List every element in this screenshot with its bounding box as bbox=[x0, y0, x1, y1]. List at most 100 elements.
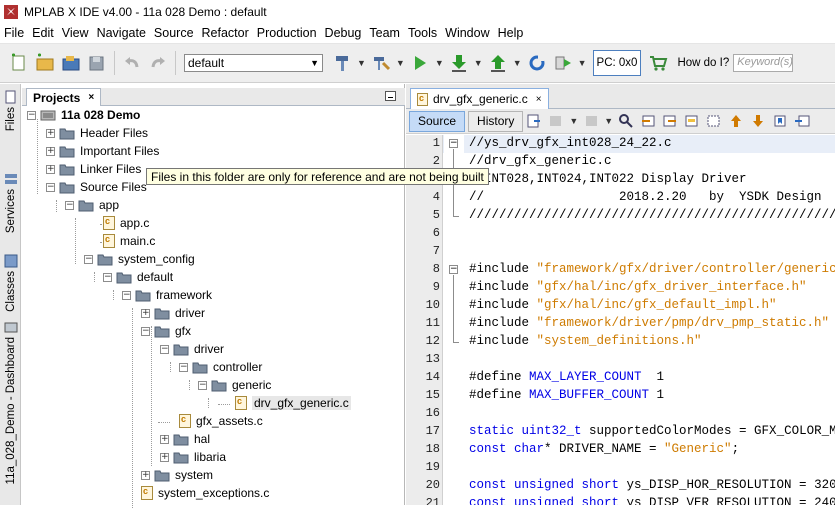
clean-dropdown-icon[interactable]: ▼ bbox=[396, 58, 405, 68]
tree-node-header-files[interactable]: + Header Files bbox=[46, 124, 148, 142]
tree-node-app[interactable]: − app bbox=[65, 196, 119, 214]
services-tab[interactable]: Services bbox=[2, 172, 19, 233]
undo-icon[interactable] bbox=[121, 52, 143, 74]
expand-icon[interactable]: + bbox=[46, 164, 55, 174]
fold-collapse-icon[interactable]: − bbox=[449, 265, 458, 274]
find-icon[interactable] bbox=[618, 113, 634, 129]
read-dropdown-icon[interactable]: ▼ bbox=[513, 58, 522, 68]
menu-refactor[interactable]: Refactor bbox=[202, 26, 249, 40]
menu-source[interactable]: Source bbox=[154, 26, 194, 40]
tree-node-libaria[interactable]: + libaria bbox=[160, 448, 226, 466]
back-dropdown-icon[interactable]: ▼ bbox=[569, 116, 578, 126]
new-project-icon[interactable] bbox=[34, 52, 56, 74]
menu-view[interactable]: View bbox=[62, 26, 89, 40]
program-dropdown-icon[interactable]: ▼ bbox=[474, 58, 483, 68]
menu-tools[interactable]: Tools bbox=[408, 26, 437, 40]
find-previous-icon[interactable] bbox=[640, 113, 656, 129]
menu-help[interactable]: Help bbox=[498, 26, 524, 40]
expand-icon[interactable]: + bbox=[141, 308, 150, 318]
tree-node-source-files[interactable]: − Source Files bbox=[46, 178, 147, 196]
tree-node-gfx-driver[interactable]: − driver bbox=[160, 340, 224, 358]
tab-drv-gfx-generic[interactable]: drv_gfx_generic.c × bbox=[410, 88, 549, 109]
next-bookmark-icon[interactable] bbox=[750, 113, 766, 129]
dashboard-tab[interactable]: 11a_028_Demo - Dashboard bbox=[2, 320, 19, 484]
close-icon[interactable]: × bbox=[88, 92, 94, 103]
tree-node-system[interactable]: + system bbox=[141, 466, 213, 484]
tree-node-main-c[interactable]: main.c bbox=[103, 232, 155, 250]
expand-icon[interactable]: + bbox=[160, 452, 169, 462]
tree-node-important-files[interactable]: + Important Files bbox=[46, 142, 159, 160]
find-next-icon[interactable] bbox=[662, 113, 678, 129]
tab-projects[interactable]: Projects × bbox=[26, 88, 102, 106]
tree-node-driver[interactable]: + driver bbox=[141, 304, 205, 322]
cart-icon[interactable] bbox=[647, 52, 669, 74]
tree-node-drv-gfx-generic-c[interactable]: drv_gfx_generic.c bbox=[235, 394, 351, 412]
classes-tab[interactable]: Classes bbox=[2, 254, 19, 312]
open-project-icon[interactable] bbox=[60, 52, 82, 74]
make-program-icon[interactable] bbox=[448, 52, 470, 74]
toggle-highlight-icon[interactable] bbox=[684, 113, 700, 129]
close-icon[interactable]: × bbox=[536, 94, 542, 105]
tree-node-generic[interactable]: − generic bbox=[198, 376, 271, 394]
menu-navigate[interactable]: Navigate bbox=[97, 26, 146, 40]
tree-node-system-exceptions-c[interactable]: system_exceptions.c bbox=[141, 484, 269, 502]
tree-node-default[interactable]: − default bbox=[103, 268, 173, 286]
forward-icon[interactable] bbox=[583, 113, 599, 129]
debug-dropdown-icon[interactable]: ▼ bbox=[578, 58, 587, 68]
tree-node-system-config[interactable]: − system_config bbox=[84, 250, 195, 268]
last-edit-icon[interactable] bbox=[526, 113, 542, 129]
shift-left-icon[interactable] bbox=[794, 113, 810, 129]
code-area[interactable]: − − 1 //ys_drv_gfx_int028_24_22.c 2 //drv_g… bbox=[406, 135, 835, 505]
forward-dropdown-icon[interactable]: ▼ bbox=[604, 116, 613, 126]
tree-node-project[interactable]: − 11a 028 Demo bbox=[27, 106, 140, 124]
collapse-icon[interactable]: − bbox=[27, 110, 36, 120]
save-all-icon[interactable] bbox=[86, 52, 108, 74]
toggle-rect-selection-icon[interactable] bbox=[706, 113, 722, 129]
tree-node-framework[interactable]: − framework bbox=[122, 286, 212, 304]
expand-icon[interactable]: + bbox=[141, 470, 150, 480]
menu-debug[interactable]: Debug bbox=[325, 26, 362, 40]
menu-production[interactable]: Production bbox=[257, 26, 317, 40]
expand-icon[interactable]: + bbox=[46, 146, 55, 156]
collapse-icon[interactable]: − bbox=[122, 290, 131, 300]
how-do-i-search-input[interactable]: Keyword(s) bbox=[733, 54, 794, 72]
collapse-icon[interactable]: − bbox=[46, 182, 55, 192]
expand-icon[interactable]: + bbox=[160, 434, 169, 444]
clean-build-icon[interactable] bbox=[370, 52, 392, 74]
menu-team[interactable]: Team bbox=[369, 26, 400, 40]
configuration-select[interactable]: default ▼ bbox=[184, 54, 323, 72]
collapse-icon[interactable]: − bbox=[198, 380, 207, 390]
reset-icon[interactable] bbox=[526, 52, 548, 74]
back-icon[interactable] bbox=[548, 113, 564, 129]
run-project-icon[interactable] bbox=[409, 52, 431, 74]
menu-edit[interactable]: Edit bbox=[32, 26, 54, 40]
new-file-icon[interactable] bbox=[8, 52, 30, 74]
history-view-button[interactable]: History bbox=[468, 110, 524, 132]
collapse-icon[interactable]: − bbox=[179, 362, 188, 372]
fold-collapse-icon[interactable]: − bbox=[449, 139, 458, 148]
debug-project-icon[interactable] bbox=[552, 52, 574, 74]
tree-node-app-c[interactable]: app.c bbox=[103, 214, 149, 232]
collapse-icon[interactable]: − bbox=[141, 326, 150, 336]
collapse-icon[interactable]: − bbox=[84, 254, 93, 264]
collapse-icon[interactable]: − bbox=[160, 344, 169, 354]
minimize-icon[interactable] bbox=[385, 91, 396, 101]
run-dropdown-icon[interactable]: ▼ bbox=[435, 58, 444, 68]
tree-node-linker-files[interactable]: + Linker Files bbox=[46, 160, 141, 178]
menu-file[interactable]: File bbox=[4, 26, 24, 40]
tree-node-hal[interactable]: + hal bbox=[160, 430, 210, 448]
tree-node-controller[interactable]: − controller bbox=[179, 358, 262, 376]
tree-node-gfx-assets-c[interactable]: gfx_assets.c bbox=[179, 412, 263, 430]
build-dropdown-icon[interactable]: ▼ bbox=[357, 58, 366, 68]
menu-window[interactable]: Window bbox=[445, 26, 489, 40]
tree-node-gfx[interactable]: − gfx bbox=[141, 322, 191, 340]
collapse-icon[interactable]: − bbox=[103, 272, 112, 282]
files-tab[interactable]: Files bbox=[2, 90, 19, 131]
read-device-icon[interactable] bbox=[487, 52, 509, 74]
redo-icon[interactable] bbox=[147, 52, 169, 74]
previous-bookmark-icon[interactable] bbox=[728, 113, 744, 129]
source-view-button[interactable]: Source bbox=[409, 110, 466, 132]
toggle-bookmark-icon[interactable] bbox=[772, 113, 788, 129]
collapse-icon[interactable]: − bbox=[65, 200, 74, 210]
build-hammer-icon[interactable] bbox=[331, 52, 353, 74]
